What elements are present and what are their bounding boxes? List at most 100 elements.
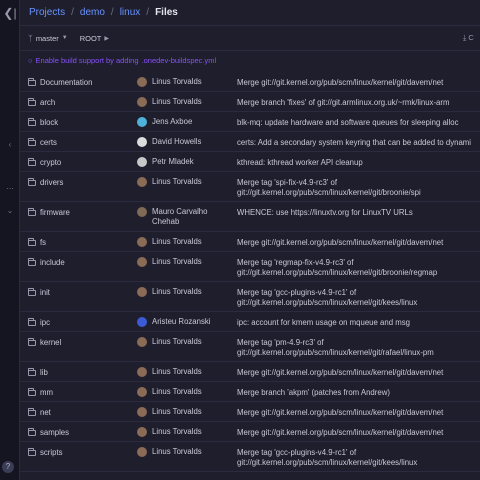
bulb-icon: ○ <box>28 55 33 65</box>
file-name[interactable]: mm <box>40 388 53 397</box>
file-name-cell[interactable]: samples <box>28 427 69 437</box>
file-row[interactable]: arch Linus Torvalds Merge branch 'fixes' o… <box>20 92 480 112</box>
file-name[interactable]: net <box>40 408 51 417</box>
commit-message[interactable]: Merge tag 'gcc-plugins-v4.9-rc1' of git:… <box>237 448 480 468</box>
folder-icon <box>28 387 36 396</box>
commit-message[interactable]: certs: Add a secondary system keyring th… <box>237 138 480 148</box>
file-name-cell[interactable]: certs <box>28 137 57 147</box>
file-row[interactable]: certs David Howells certs: Add a secondary… <box>20 132 480 152</box>
commit-message[interactable]: Merge tag 'pm-4.9-rc3' of git://git.kern… <box>237 338 480 358</box>
download-label: C <box>468 33 474 42</box>
file-row[interactable]: lib Linus Torvalds Merge git://git.kernel.… <box>20 362 480 382</box>
file-name[interactable]: arch <box>40 98 55 107</box>
breadcrumb-demo[interactable]: demo <box>80 7 105 18</box>
commit-message[interactable]: Merge branch 'fixes' of git://git.armlin… <box>237 98 480 108</box>
file-name[interactable]: kernel <box>40 338 61 347</box>
file-toolbar: ᛉ master ▼ ROOT ▶ ⤓ C <box>20 28 480 48</box>
commit-message[interactable]: ipc: account for kmem usage on mqueue an… <box>237 318 480 328</box>
file-name-cell[interactable]: scripts <box>28 447 63 457</box>
chevron-left-icon[interactable]: ‹ <box>0 140 20 149</box>
file-name[interactable]: lib <box>40 368 48 377</box>
folder-icon <box>28 177 36 186</box>
file-name[interactable]: crypto <box>40 158 61 167</box>
file-name-cell[interactable]: lib <box>28 367 48 377</box>
file-name-cell[interactable]: arch <box>28 97 55 107</box>
caret-right-icon[interactable]: ▶ <box>104 35 109 42</box>
file-row[interactable]: init Linus Torvalds Merge tag 'gcc-plugins… <box>20 282 480 312</box>
commit-message[interactable]: Merge tag 'regmap-fix-v4.9-rc3' of git:/… <box>237 258 480 278</box>
file-name-cell[interactable]: firmware <box>28 207 70 217</box>
enable-build-support[interactable]: ○ Enable build support by adding .onedev… <box>28 54 216 66</box>
breadcrumb-projects[interactable]: Projects <box>29 7 65 18</box>
avatar <box>137 317 147 327</box>
chevron-down-icon[interactable]: ⌄ <box>0 206 20 215</box>
commit-message[interactable]: Merge branch 'akpm' (patches from Andrew… <box>237 388 480 398</box>
caret-down-icon[interactable]: ▼ <box>62 35 68 41</box>
file-name[interactable]: init <box>40 288 50 297</box>
help-icon[interactable]: ? <box>2 461 14 473</box>
file-name-cell[interactable]: block <box>28 117 58 127</box>
file-row[interactable]: Documentation Linus Torvalds Merge git://g… <box>20 72 480 92</box>
file-name[interactable]: ipc <box>40 318 50 327</box>
file-name[interactable]: firmware <box>40 208 70 217</box>
commit-message[interactable]: Merge git://git.kernel.org/pub/scm/linux… <box>237 408 480 418</box>
file-name[interactable]: drivers <box>40 178 63 187</box>
file-row[interactable]: net Linus Torvalds Merge git://git.kernel.… <box>20 402 480 422</box>
file-name[interactable]: samples <box>40 428 69 437</box>
commit-message[interactable]: blk-mq: update hardware and software que… <box>237 118 480 128</box>
file-name-cell[interactable]: ipc <box>28 317 50 327</box>
file-row[interactable]: include Linus Torvalds Merge tag 'regmap-f… <box>20 252 480 282</box>
author-name: Linus Torvalds <box>152 337 202 346</box>
file-name-cell[interactable]: kernel <box>28 337 61 347</box>
build-support-text[interactable]: Enable build support by adding <box>36 56 139 65</box>
file-row[interactable]: fs Linus Torvalds Merge git://git.kernel.o… <box>20 232 480 252</box>
commit-message[interactable]: kthread: kthread worker API cleanup <box>237 158 480 168</box>
author-cell: Linus Torvalds <box>137 427 232 437</box>
file-row[interactable]: crypto Petr Mladek kthread: kthread worker… <box>20 152 480 172</box>
folder-icon <box>28 337 36 346</box>
commit-message[interactable]: Merge git://git.kernel.org/pub/scm/linux… <box>237 238 480 248</box>
file-name[interactable]: include <box>40 258 65 267</box>
commit-message[interactable]: Merge git://git.kernel.org/pub/scm/linux… <box>237 78 480 88</box>
file-row[interactable]: ipc Aristeu Rozanski ipc: account for kmem… <box>20 312 480 332</box>
file-row[interactable]: mm Linus Torvalds Merge branch 'akpm' (pat… <box>20 382 480 402</box>
file-row[interactable]: kernel Linus Torvalds Merge tag 'pm-4.9-rc… <box>20 332 480 362</box>
commit-message[interactable]: Merge git://git.kernel.org/pub/scm/linux… <box>237 368 480 378</box>
author-name: Linus Torvalds <box>152 367 202 376</box>
file-name[interactable]: fs <box>40 238 46 247</box>
path-root[interactable]: ROOT <box>80 34 102 43</box>
commit-message[interactable]: Merge tag 'spi-fix-v4.9-rc3' of git://gi… <box>237 178 480 198</box>
folder-icon <box>28 287 36 296</box>
file-name-cell[interactable]: Documentation <box>28 77 92 87</box>
file-name[interactable]: Documentation <box>40 78 92 87</box>
file-name[interactable]: certs <box>40 138 57 147</box>
file-name-cell[interactable]: crypto <box>28 157 61 167</box>
file-name-cell[interactable]: include <box>28 257 65 267</box>
commit-message[interactable]: Merge tag 'gcc-plugins-v4.9-rc1' of git:… <box>237 288 480 308</box>
file-name-cell[interactable]: mm <box>28 387 53 397</box>
file-name[interactable]: block <box>40 118 58 127</box>
file-name-cell[interactable]: init <box>28 287 50 297</box>
folder-icon <box>28 207 36 216</box>
breadcrumb-linux[interactable]: linux <box>120 7 141 18</box>
file-row[interactable]: samples Linus Torvalds Merge git://git.ker… <box>20 422 480 442</box>
file-row[interactable]: firmware Mauro Carvalho Chehab WHENCE: use… <box>20 202 480 232</box>
author-cell: Linus Torvalds <box>137 177 232 187</box>
file-name[interactable]: scripts <box>40 448 63 457</box>
menu-toggle-icon[interactable]: ❮| <box>0 0 20 26</box>
buildspec-file[interactable]: .onedev-buildspec.yml <box>142 56 217 65</box>
dots-icon[interactable]: ⋯ <box>0 184 20 193</box>
file-name-cell[interactable]: net <box>28 407 51 417</box>
file-row[interactable]: drivers Linus Torvalds Merge tag 'spi-fix-… <box>20 172 480 202</box>
avatar <box>137 427 147 437</box>
download-button[interactable]: ⤓ C <box>463 33 474 43</box>
branch-selector[interactable]: master <box>36 34 59 43</box>
author-name: Linus Torvalds <box>152 427 202 436</box>
folder-icon <box>28 157 36 166</box>
file-name-cell[interactable]: drivers <box>28 177 63 187</box>
file-row[interactable]: scripts Linus Torvalds Merge tag 'gcc-plug… <box>20 442 480 472</box>
commit-message[interactable]: Merge git://git.kernel.org/pub/scm/linux… <box>237 428 480 438</box>
commit-message[interactable]: WHENCE: use https://linuxtv.org for Linu… <box>237 208 480 218</box>
file-row[interactable]: block Jens Axboe blk-mq: update hardware a… <box>20 112 480 132</box>
file-name-cell[interactable]: fs <box>28 237 46 247</box>
